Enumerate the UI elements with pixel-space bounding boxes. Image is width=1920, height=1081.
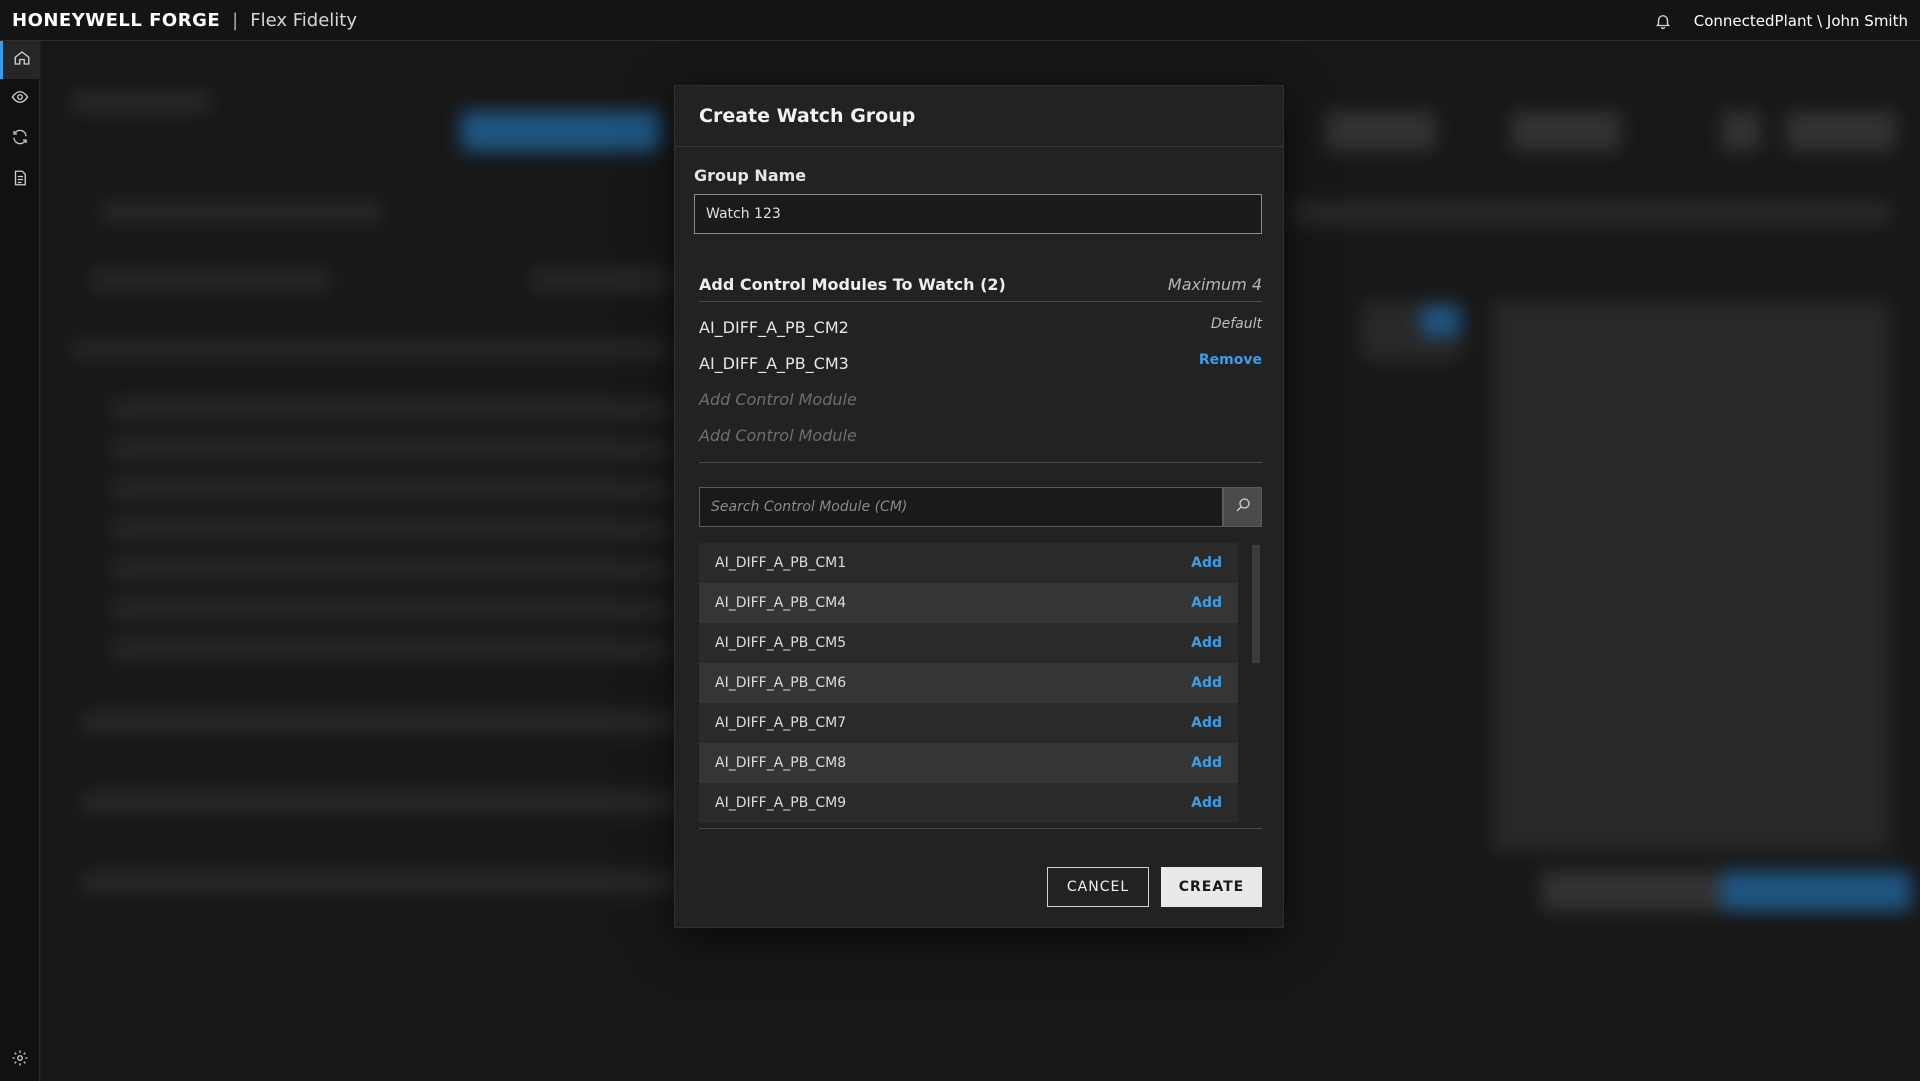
add-module-button[interactable]: Add	[1191, 675, 1222, 691]
add-control-module-placeholder: Add Control Module	[699, 426, 857, 445]
user-account[interactable]: ConnectedPlant \ John Smith	[1694, 12, 1908, 30]
results-scrollbar[interactable]	[1252, 545, 1260, 828]
result-module-name: AI_DIFF_A_PB_CM8	[715, 755, 847, 771]
empty-module-slot: Add Control Module	[699, 384, 1262, 418]
section-divider	[699, 462, 1262, 463]
scrollbar-thumb[interactable]	[1252, 545, 1260, 663]
list-item: AI_DIFF_A_PB_CM6 Add	[699, 663, 1238, 703]
gear-icon	[11, 1049, 29, 1071]
selected-module-name: AI_DIFF_A_PB_CM2	[699, 318, 849, 337]
group-name-label: Group Name	[694, 166, 807, 185]
section-maximum: Maximum 4	[1167, 275, 1262, 294]
result-module-name: AI_DIFF_A_PB_CM4	[715, 595, 847, 611]
selected-module-row: AI_DIFF_A_PB_CM3 Remove	[699, 348, 1262, 382]
selected-module-name: AI_DIFF_A_PB_CM3	[699, 354, 849, 373]
result-module-name: AI_DIFF_A_PB_CM7	[715, 715, 847, 731]
brand-separator: |	[232, 9, 239, 31]
remove-module-button[interactable]: Remove	[1199, 352, 1262, 368]
app-name: Flex Fidelity	[250, 9, 357, 31]
refresh-icon	[11, 128, 29, 150]
list-item: AI_DIFF_A_PB_CM4 Add	[699, 583, 1238, 623]
section-title: Add Control Modules To Watch (2)	[699, 275, 1006, 294]
top-bar: HONEYWELL FORGE | Flex Fidelity Connecte…	[0, 0, 1920, 41]
control-modules-section-header: Add Control Modules To Watch (2) Maximum…	[699, 275, 1262, 302]
add-module-button[interactable]: Add	[1191, 635, 1222, 651]
search-button[interactable]	[1223, 487, 1262, 527]
create-button[interactable]: CREATE	[1161, 867, 1262, 907]
home-icon	[13, 49, 31, 71]
nav-watch[interactable]	[0, 80, 40, 118]
default-tag: Default	[1210, 316, 1262, 332]
result-module-name: AI_DIFF_A_PB_CM5	[715, 635, 847, 651]
result-module-name: AI_DIFF_A_PB_CM1	[715, 555, 847, 571]
search-input[interactable]	[699, 487, 1223, 527]
add-module-button[interactable]: Add	[1191, 555, 1222, 571]
topbar-right: ConnectedPlant \ John Smith	[1654, 0, 1908, 41]
module-search	[699, 487, 1262, 527]
list-item: AI_DIFF_A_PB_CM9 Add	[699, 783, 1238, 823]
nav-sync[interactable]	[0, 120, 40, 158]
group-name-input[interactable]	[694, 194, 1262, 234]
add-module-button[interactable]: Add	[1191, 795, 1222, 811]
add-module-button[interactable]: Add	[1191, 595, 1222, 611]
add-module-button[interactable]: Add	[1191, 715, 1222, 731]
brand-logo: HONEYWELL FORGE	[12, 9, 221, 31]
bell-icon[interactable]	[1654, 12, 1672, 30]
result-module-name: AI_DIFF_A_PB_CM9	[715, 795, 847, 811]
list-item: AI_DIFF_A_PB_CM8 Add	[699, 743, 1238, 783]
add-control-module-placeholder: Add Control Module	[699, 390, 857, 409]
result-module-name: AI_DIFF_A_PB_CM6	[715, 675, 847, 691]
cancel-button[interactable]: CANCEL	[1047, 867, 1149, 907]
empty-module-slot: Add Control Module	[699, 420, 1262, 454]
add-module-button[interactable]: Add	[1191, 755, 1222, 771]
nav-reports[interactable]	[0, 161, 40, 199]
create-watch-group-dialog: Create Watch Group Group Name Add Contro…	[674, 85, 1284, 928]
nav-home[interactable]	[0, 41, 40, 79]
eye-icon	[11, 88, 29, 110]
list-item: AI_DIFF_A_PB_CM1 Add	[699, 543, 1238, 583]
nav-settings[interactable]	[0, 1041, 40, 1079]
list-item: AI_DIFF_A_PB_CM7 Add	[699, 703, 1238, 743]
results-divider	[699, 828, 1262, 829]
dialog-title: Create Watch Group	[699, 105, 916, 127]
left-nav-rail	[0, 41, 40, 1081]
document-icon	[11, 169, 29, 191]
selected-module-row: AI_DIFF_A_PB_CM2 Default	[699, 312, 1262, 346]
list-item: AI_DIFF_A_PB_CM5 Add	[699, 623, 1238, 663]
search-icon	[1234, 496, 1252, 518]
search-results-list: AI_DIFF_A_PB_CM1 Add AI_DIFF_A_PB_CM4 Ad…	[699, 543, 1238, 828]
dialog-header: Create Watch Group	[675, 86, 1283, 147]
